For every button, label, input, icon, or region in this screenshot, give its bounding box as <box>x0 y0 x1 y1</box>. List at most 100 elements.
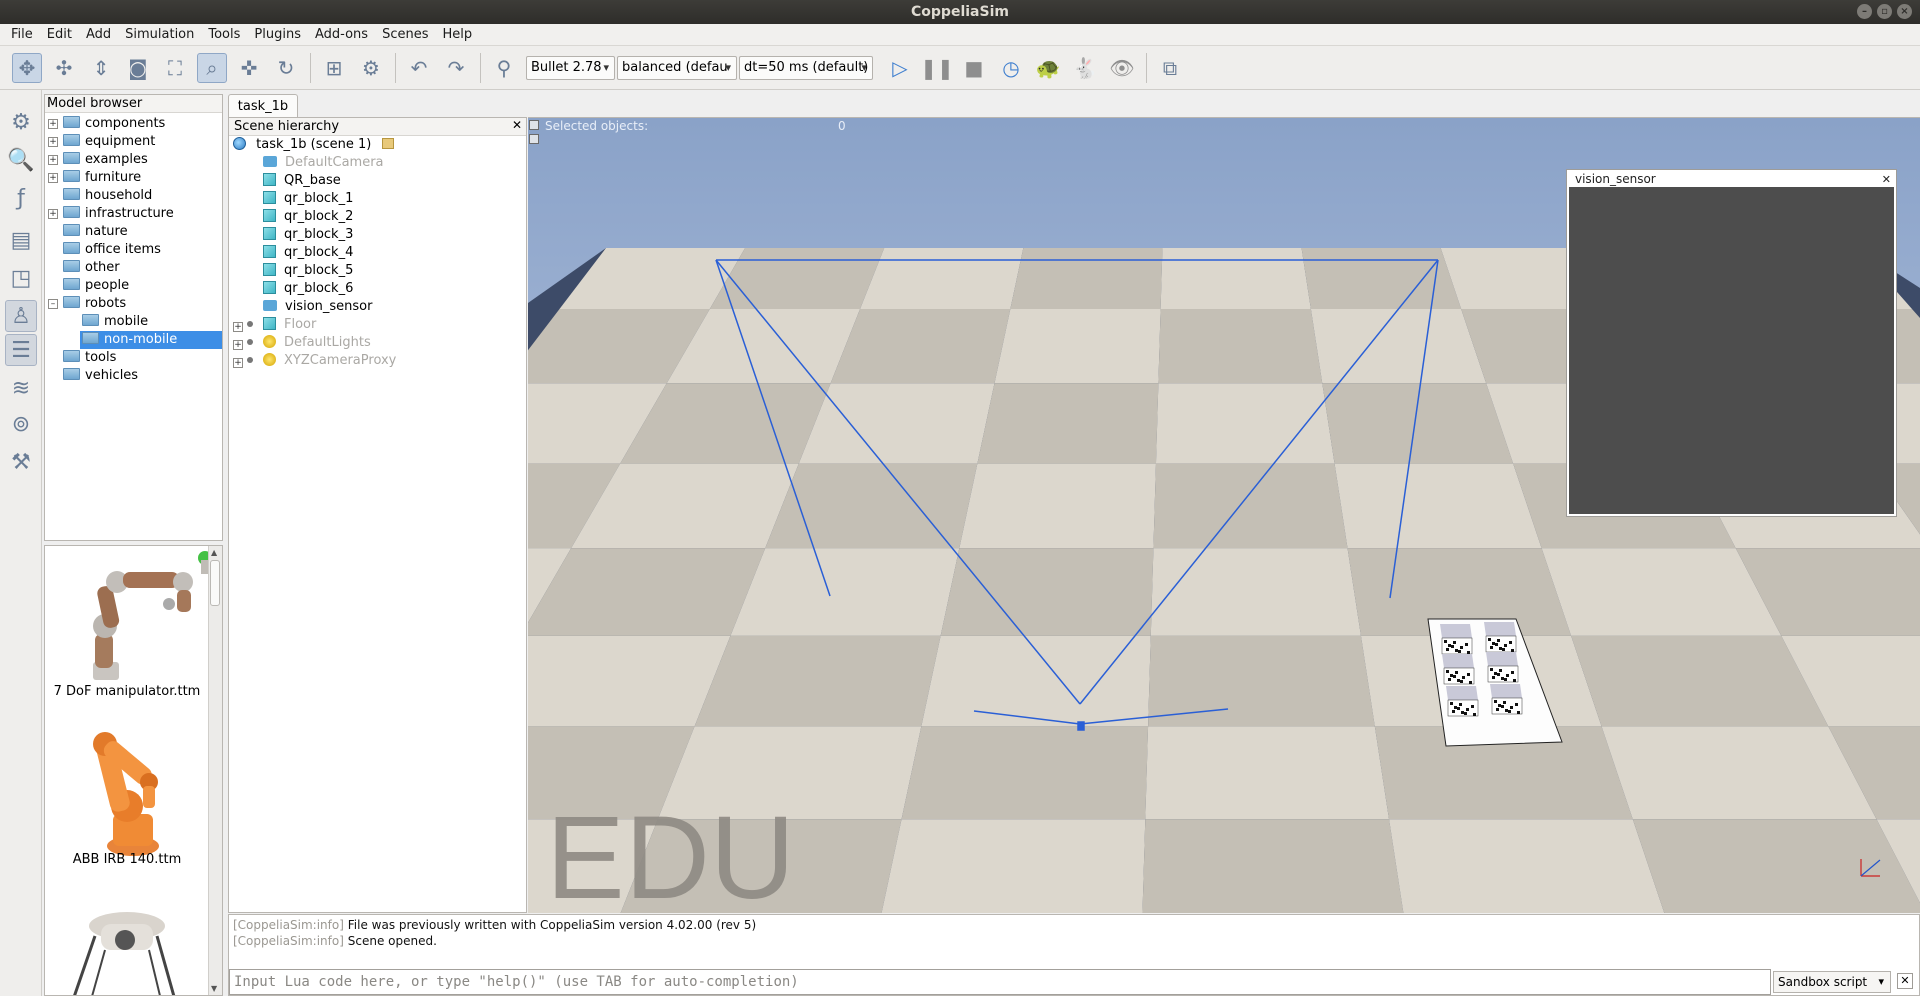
start-simulation-icon[interactable]: ▷ <box>885 53 915 83</box>
camera-rotate-icon[interactable]: ✣ <box>49 53 79 83</box>
shape-edit-icon[interactable]: ◳ <box>5 262 37 294</box>
model-browser-item-other[interactable]: other <box>63 259 120 277</box>
menu-simulation[interactable]: Simulation <box>118 27 201 42</box>
model-browser-item-infrastructure[interactable]: + infrastructure <box>48 205 174 223</box>
maximize-button[interactable]: ▫ <box>1877 4 1892 19</box>
scroll-down-icon[interactable]: ▼ <box>211 984 217 993</box>
layers-icon[interactable]: ≋ <box>5 372 37 404</box>
page-selector-icon[interactable]: ⧉ <box>1155 53 1185 83</box>
timestep-select[interactable]: dt=50 ms (default) <box>739 55 873 80</box>
close-floating-view-icon[interactable]: ✕ <box>1882 172 1891 187</box>
camera-shift-icon[interactable]: ⇕ <box>86 53 116 83</box>
expand-icon[interactable]: + <box>233 358 243 368</box>
fit-to-view-icon[interactable]: ⛶ <box>160 53 190 83</box>
stop-simulation-icon[interactable]: ■ <box>959 53 989 83</box>
menu-tools[interactable]: Tools <box>201 27 247 42</box>
dynamics-accuracy-select[interactable]: balanced (defau <box>617 55 737 80</box>
scrollbar-thumb[interactable] <box>210 560 220 606</box>
menu-add[interactable]: Add <box>79 27 118 42</box>
scene-root[interactable]: task_1b (scene 1) <box>233 136 394 154</box>
model-browser-item-mobile[interactable]: mobile <box>82 313 148 331</box>
model-browser-toggle-icon[interactable]: ♙ <box>5 300 37 332</box>
view-menu-icon[interactable] <box>529 120 539 130</box>
expand-icon[interactable]: + <box>48 137 58 147</box>
model-browser-item-examples[interactable]: + examples <box>48 151 148 169</box>
hierarchy-item[interactable]: + XYZCameraProxy <box>233 352 396 370</box>
expand-icon[interactable]: + <box>48 119 58 129</box>
model-browser-item-vehicles[interactable]: vehicles <box>63 367 138 385</box>
pause-simulation-icon[interactable]: ❚❚ <box>920 53 954 83</box>
script-icon[interactable]: ƒ <box>5 182 37 214</box>
model-browser-item-tools[interactable]: tools <box>63 349 116 367</box>
assemble-icon[interactable]: ⊞ <box>319 53 349 83</box>
close-window-button[interactable]: × <box>1897 4 1912 19</box>
search-icon[interactable]: 🔍 <box>5 144 37 176</box>
model-browser-item-people[interactable]: people <box>63 277 129 295</box>
hierarchy-item[interactable]: DefaultCamera <box>233 154 384 172</box>
speed-up-icon[interactable]: 🐇 <box>1070 53 1100 83</box>
object-properties-icon[interactable]: ▤ <box>5 224 37 256</box>
menu-file[interactable]: File <box>4 27 40 42</box>
simulation-settings-icon[interactable]: ⚙ <box>5 106 37 138</box>
close-hierarchy-icon[interactable]: ✕ <box>510 119 524 133</box>
menu-help[interactable]: Help <box>435 27 479 42</box>
camera-pan-icon[interactable]: ✥ <box>12 52 42 83</box>
object-shift-icon[interactable]: ✜ <box>234 53 264 83</box>
vision-sensor-view[interactable]: vision_sensor ✕ <box>1566 169 1897 517</box>
hierarchy-item[interactable]: qr_block_3 <box>233 226 353 244</box>
scroll-up-icon[interactable]: ▲ <box>211 548 217 557</box>
hierarchy-item[interactable]: qr_block_1 <box>233 190 353 208</box>
model-browser-item-non-mobile[interactable]: non-mobile <box>80 331 222 349</box>
model-browser-item-nature[interactable]: nature <box>63 223 128 241</box>
hierarchy-item[interactable]: qr_block_6 <box>233 280 353 298</box>
expand-icon[interactable]: + <box>48 155 58 165</box>
model-browser-item-robots[interactable]: – robots <box>48 295 126 313</box>
undo-icon[interactable]: ↶ <box>404 53 434 83</box>
hierarchy-item[interactable]: qr_block_2 <box>233 208 353 226</box>
scene-script-icon[interactable] <box>381 138 394 149</box>
scene-hierarchy-toggle-icon[interactable]: ☰ <box>5 334 37 366</box>
thumbnail-item[interactable] <box>45 906 209 995</box>
collapse-icon[interactable]: – <box>48 299 58 309</box>
script-mode-select[interactable]: Sandbox script <box>1773 971 1891 993</box>
hierarchy-item[interactable]: QR_base <box>233 172 341 190</box>
model-browser-item-equipment[interactable]: + equipment <box>48 133 155 151</box>
dynamics-icon[interactable]: ⚲ <box>489 53 519 83</box>
thumbnail-item[interactable]: ABB IRB 140.ttm <box>45 726 209 906</box>
hierarchy-item[interactable]: vision_sensor <box>233 298 372 316</box>
expand-icon[interactable]: + <box>48 209 58 219</box>
thumbnail-item[interactable]: 7 DoF manipulator.ttm <box>45 546 212 726</box>
close-console-icon[interactable]: ✕ <box>1897 973 1913 989</box>
visualization-icon[interactable]: 👁 <box>1107 53 1137 83</box>
view-option-icon[interactable] <box>529 134 539 144</box>
camera-angle-icon[interactable]: ◙ <box>123 53 153 83</box>
object-rotate-icon[interactable]: ↻ <box>271 53 301 83</box>
realtime-icon[interactable]: ◷ <box>996 53 1026 83</box>
expand-icon[interactable]: + <box>233 340 243 350</box>
menu-scenes[interactable]: Scenes <box>375 27 435 42</box>
tab-scene[interactable]: task_1b <box>228 94 298 118</box>
slow-down-icon[interactable]: 🐢 <box>1033 53 1063 83</box>
menu-edit[interactable]: Edit <box>40 27 79 42</box>
hierarchy-item[interactable]: + DefaultLights <box>233 334 371 352</box>
user-settings-icon[interactable]: ⚒ <box>5 446 37 478</box>
click-select-icon[interactable]: ⌕ <box>197 52 227 83</box>
redo-icon[interactable]: ↷ <box>441 53 471 83</box>
video-recorder-icon[interactable]: ⊚ <box>5 408 37 440</box>
hierarchy-item[interactable]: qr_block_5 <box>233 262 353 280</box>
model-browser-item-household[interactable]: household <box>63 187 152 205</box>
lua-command-input[interactable]: Input Lua code here, or type "help()" (u… <box>229 969 1771 995</box>
model-browser-item-office-items[interactable]: office items <box>63 241 161 259</box>
model-browser-item-components[interactable]: + components <box>48 115 165 133</box>
physics-engine-select[interactable]: Bullet 2.78 <box>526 55 615 80</box>
menu-addons[interactable]: Add-ons <box>308 27 375 42</box>
hierarchy-item[interactable]: + Floor <box>233 316 316 334</box>
model-browser-item-furniture[interactable]: + furniture <box>48 169 141 187</box>
expand-icon[interactable]: + <box>233 322 243 332</box>
transfer-dna-icon[interactable]: ⚙ <box>356 53 386 83</box>
thumbnail-scrollbar[interactable]: ▲ ▼ <box>208 546 222 995</box>
expand-icon[interactable]: + <box>48 173 58 183</box>
hierarchy-item[interactable]: qr_block_4 <box>233 244 353 262</box>
minimize-button[interactable]: – <box>1857 4 1872 19</box>
menu-plugins[interactable]: Plugins <box>247 27 308 42</box>
